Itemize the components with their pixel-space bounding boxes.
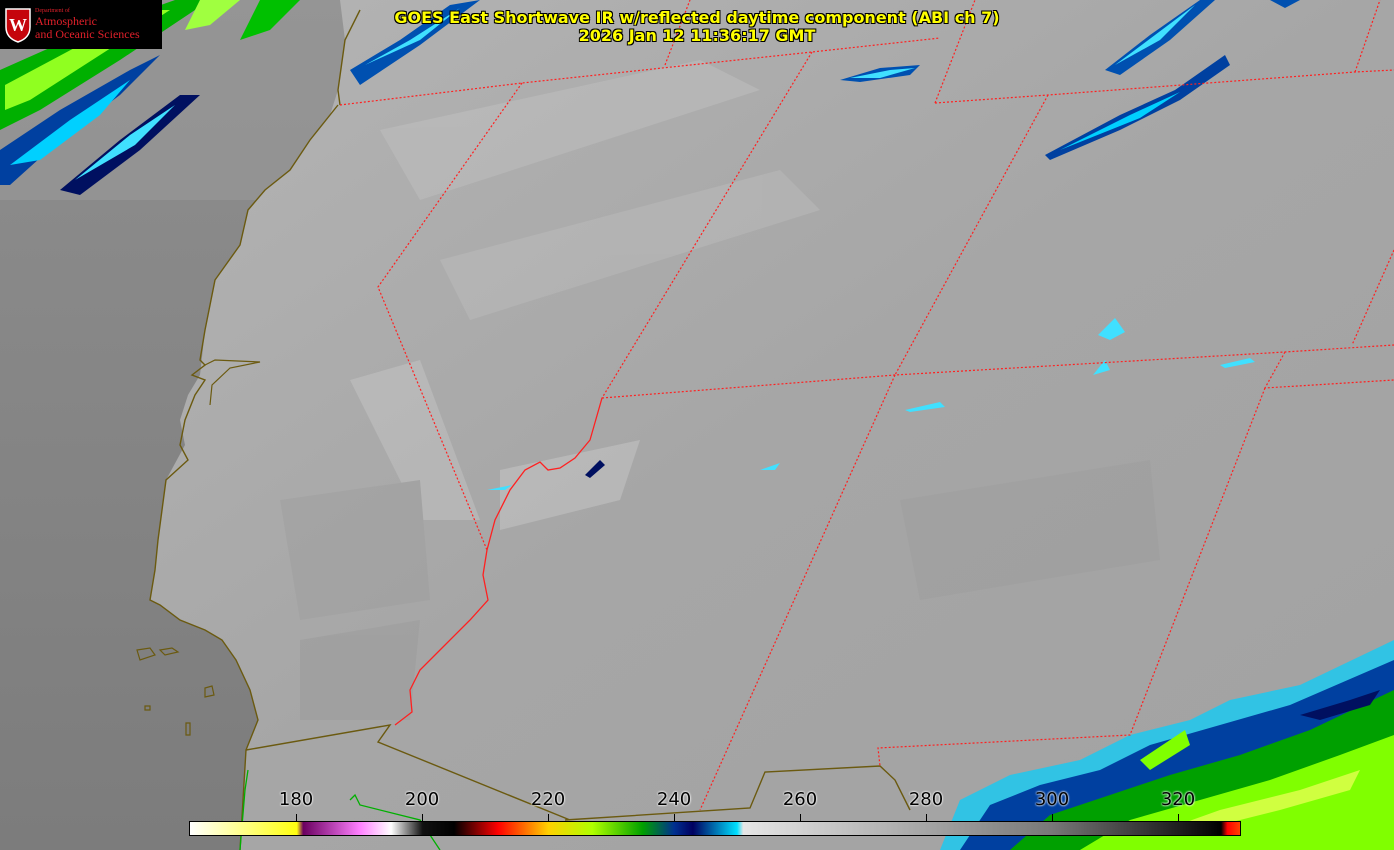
satellite-map — [0, 0, 1394, 850]
colorbar-tick-mark — [296, 814, 298, 821]
colorbar-tick-label: 220 — [530, 789, 566, 810]
logo-text: Department of Atmospheric and Oceanic Sc… — [35, 8, 140, 41]
svg-text:W: W — [9, 15, 27, 35]
colorbar-tick-mark — [674, 814, 676, 821]
colorbar-tick-mark — [422, 814, 424, 821]
colorbar-tick-label: 180 — [278, 789, 314, 810]
colorbar-tick-mark — [1178, 814, 1179, 821]
colorbar-tick-label: 260 — [782, 789, 818, 810]
colorbar-tick-label: 300 — [1034, 789, 1070, 810]
logo-line2: and Oceanic Sciences — [35, 27, 140, 41]
aos-logo: W Department of Atmospheric and Oceanic … — [0, 0, 162, 49]
uw-crest-icon: W — [5, 7, 31, 43]
colorbar-tick-label: 320 — [1160, 789, 1196, 810]
colorbar-tick-mark — [800, 814, 802, 821]
colorbar-tick-label: 200 — [404, 789, 440, 810]
colorbar-tick-mark — [548, 814, 550, 821]
colorbar-tick-mark — [926, 814, 928, 821]
colorbar-tick-label: 240 — [656, 789, 692, 810]
colorbar — [189, 821, 1241, 836]
colorbar-tick-mark — [1052, 814, 1054, 821]
colorbar-tick-label: 280 — [908, 789, 944, 810]
